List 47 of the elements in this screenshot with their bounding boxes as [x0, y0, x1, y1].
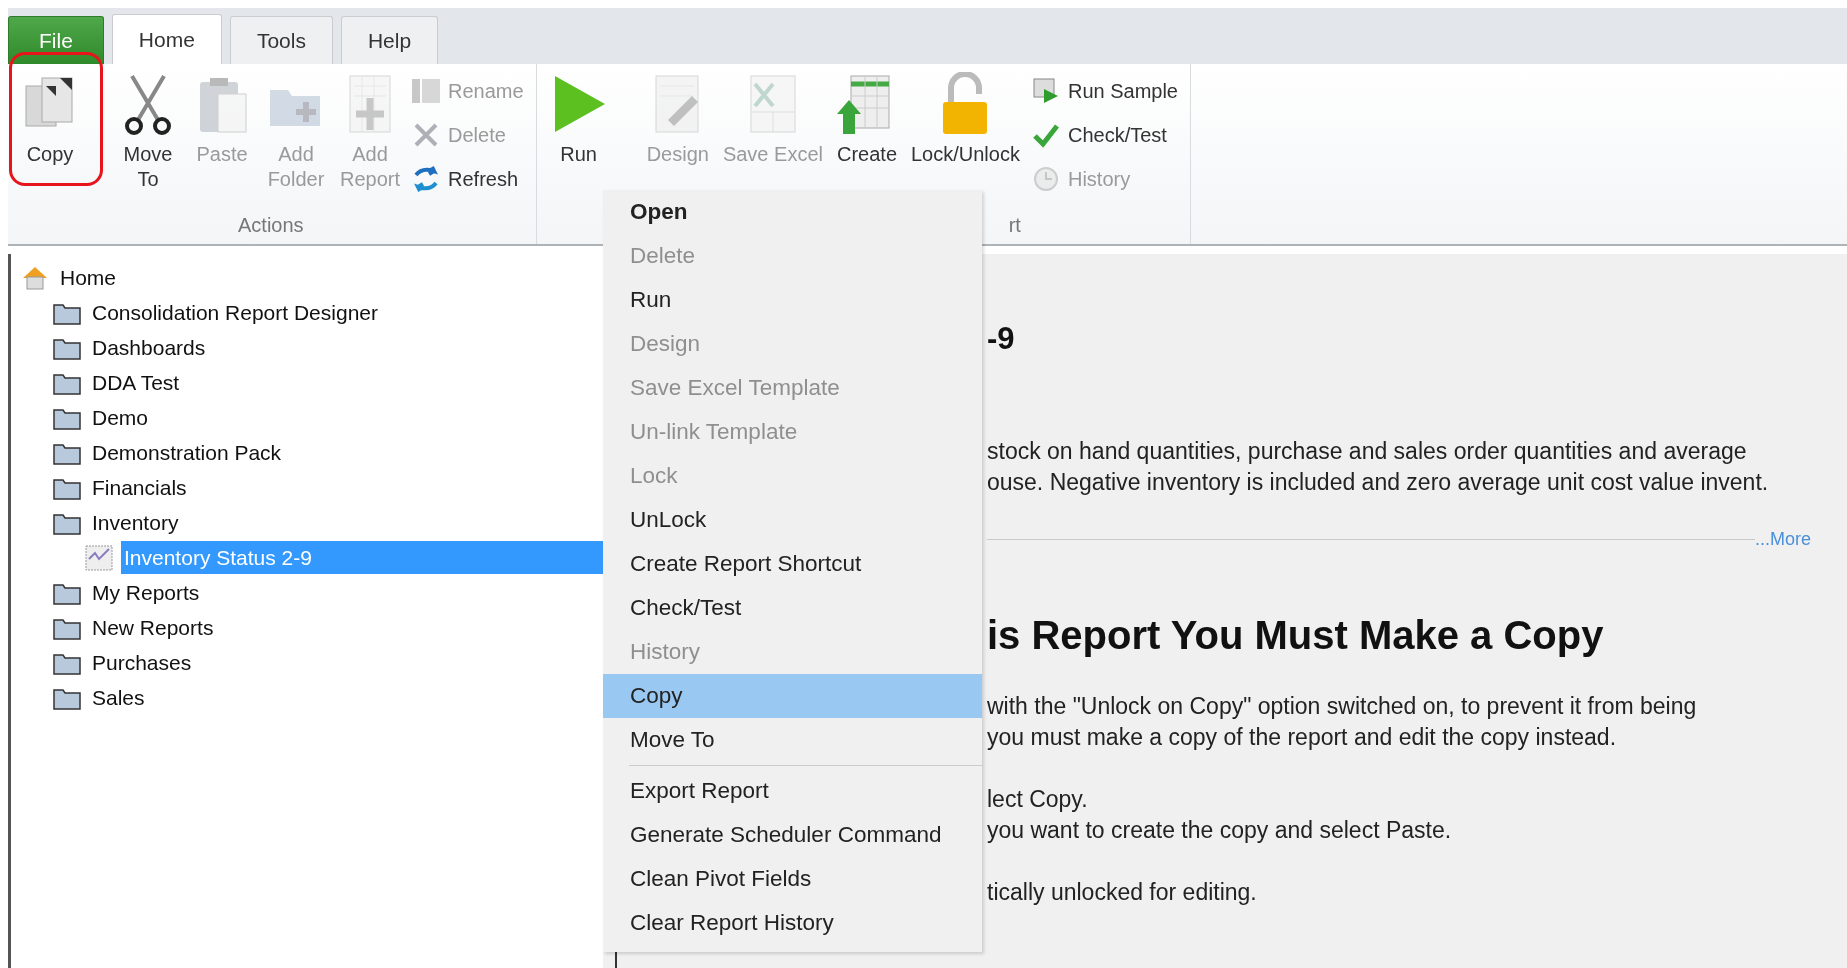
paragraph-line: with the "Unlock on Copy" option switched on, to prevent it from being	[987, 691, 1698, 721]
tree-item[interactable]: Consolidation Report Designer	[89, 295, 381, 330]
ribbon-tab[interactable]: Home	[111, 14, 222, 64]
tree-item[interactable]: Demonstration Pack	[89, 435, 285, 470]
ribbon-button[interactable]: Refresh	[408, 160, 528, 198]
section-heading: is Report You Must Make a Copy	[987, 611, 1605, 659]
tree-item[interactable]: Dashboards	[89, 330, 209, 365]
menu-item[interactable]: Check/Test	[603, 586, 982, 630]
group-label: rt	[1008, 213, 1021, 238]
ribbon-button[interactable]: Check/Test	[1027, 116, 1182, 154]
menu-item[interactable]: Copy	[603, 674, 982, 718]
tree-item[interactable]: Inventory	[89, 505, 182, 540]
group-label: Actions	[237, 213, 305, 238]
tree-item[interactable]: DDA Test	[89, 365, 183, 400]
menu-item[interactable]: UnLock	[603, 498, 982, 542]
ribbon-tab[interactable]: Tools	[229, 16, 333, 64]
paragraph-line: you must make a copy of the report and edit the copy instead.	[987, 722, 1618, 752]
ribbon-tab[interactable]: Help	[340, 16, 439, 64]
tree-item[interactable]: My Reports	[89, 575, 203, 610]
menu-item[interactable]: Generate Scheduler Command	[603, 813, 982, 857]
tree-item[interactable]: Home	[57, 260, 120, 295]
tree-item[interactable]: Financials	[89, 470, 190, 505]
report-title: -9	[987, 320, 1016, 358]
paragraph-line: you want to create the copy and select Paste.	[987, 815, 1453, 845]
paragraph-line: lect Copy.	[987, 784, 1089, 814]
paragraph-line: tically unlocked for editing.	[987, 877, 1258, 907]
report-icon	[85, 544, 113, 571]
menu-item[interactable]: Run	[603, 278, 982, 322]
menu-item[interactable]: Create Report Shortcut	[603, 542, 982, 586]
sheet-play-icon	[1031, 77, 1060, 105]
text-field-icon	[412, 77, 441, 105]
home-icon	[21, 264, 49, 291]
tree-item[interactable]: Purchases	[89, 645, 195, 680]
tree-item[interactable]: Sales	[89, 680, 148, 715]
menu-item[interactable]: Move To	[603, 718, 982, 762]
menu-item[interactable]: Clear Report History	[603, 901, 982, 945]
menu-item[interactable]: Clean Pivot Fields	[603, 857, 982, 901]
history-icon	[1031, 165, 1060, 193]
tree-item[interactable]: New Reports	[89, 610, 217, 645]
ribbon-button[interactable]: Copy	[14, 68, 86, 198]
ribbon-button[interactable]: Run Sample	[1027, 72, 1182, 110]
menu-item[interactable]: Export Report	[603, 769, 982, 813]
ribbon-button[interactable]: Move To	[112, 68, 184, 198]
file-tab[interactable]: File	[8, 16, 104, 64]
description-line: ouse. Negative inventory is included and zero average unit cost value invent.	[987, 467, 1770, 497]
description-line: stock on hand quantities, purchase and sales order quantities and average	[987, 436, 1748, 466]
tree-item[interactable]: Demo	[89, 400, 152, 435]
